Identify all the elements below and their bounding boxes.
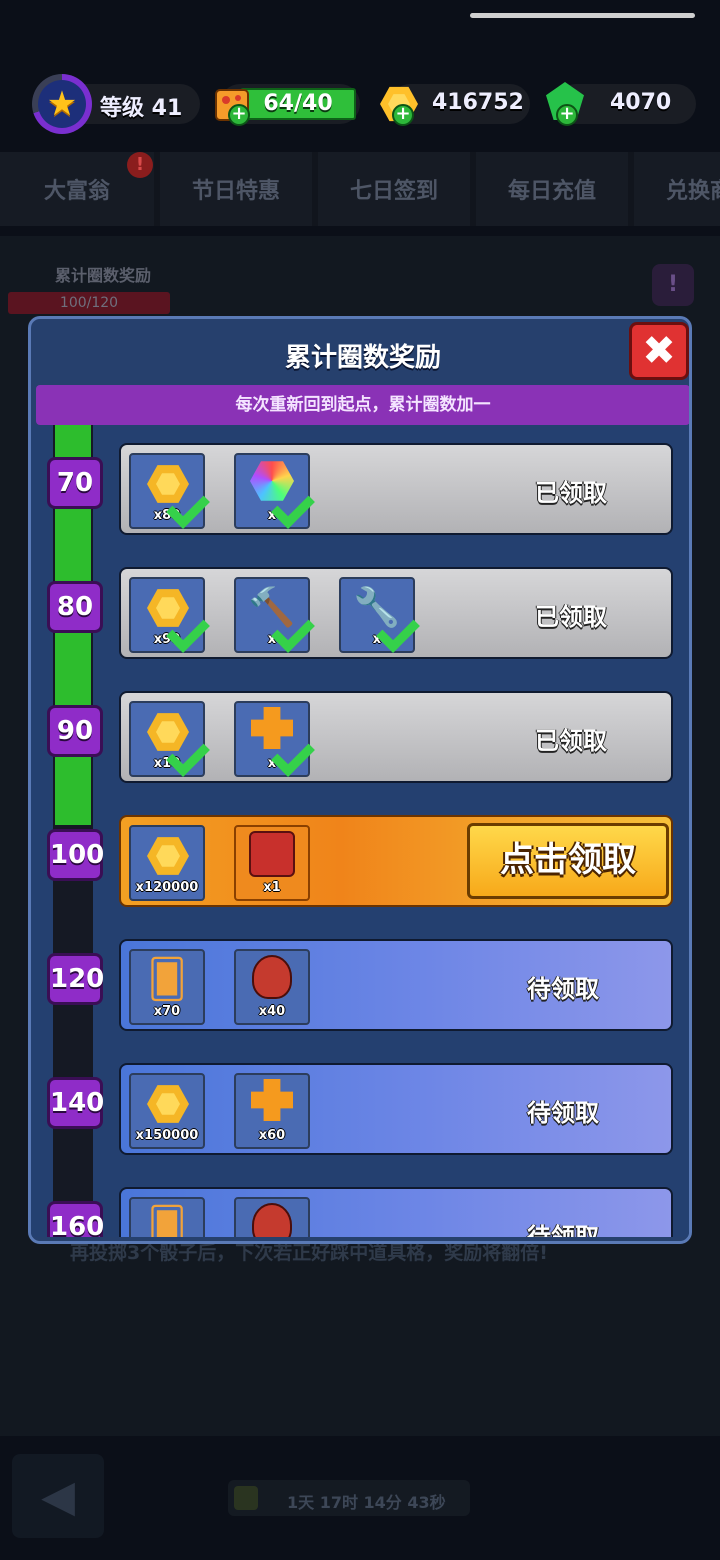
reward-item: x1 xyxy=(234,825,310,901)
reward-item: x90 xyxy=(129,577,210,653)
reward-item: 🔨 x xyxy=(234,577,315,653)
tab-holiday-deals[interactable]: 节日特惠 xyxy=(160,152,312,226)
gold-coin-icon xyxy=(147,837,189,875)
back-button[interactable]: ◀ xyxy=(12,1454,104,1538)
lap-reward-modal: 累计圈数奖励 ✖ 每次重新回到起点，累计圈数加一 70 x80 x 已领取 80 x90 🔨… xyxy=(28,316,692,1244)
reward-amount: x120000 xyxy=(135,880,199,895)
background-alert-icon[interactable]: ! xyxy=(652,264,694,306)
modal-banner: 每次重新回到起点，累计圈数加一 xyxy=(36,385,689,425)
reward-item xyxy=(234,1197,310,1237)
orange-token-icon xyxy=(236,1079,308,1132)
background-panel-title: 累计圈数奖励 xyxy=(55,266,152,285)
reward-item: 🂠 x70 xyxy=(129,949,205,1025)
star-icon: ★ xyxy=(46,84,78,124)
pending-status: 待领取 xyxy=(527,1099,599,1127)
tab-exchange-shop[interactable]: 兑换商 xyxy=(634,152,720,226)
reward-item: x xyxy=(234,701,315,777)
reward-amount: x60 xyxy=(258,1128,286,1143)
gold-coin-icon xyxy=(147,1085,189,1123)
background-progress-text: 100/120 xyxy=(59,295,119,311)
reward-item: x150000 xyxy=(129,1073,205,1149)
coin-amount: 416752 xyxy=(432,90,524,115)
level-label: 等级 41 xyxy=(100,96,183,121)
event-tabs: 大富翁 节日特惠 七日签到 每日充值 兑换商 xyxy=(0,152,720,226)
lap-milestone-label: 120 xyxy=(47,953,104,1005)
hero-figure-icon xyxy=(236,955,308,1010)
tab-seven-day-checkin[interactable]: 七日签到 xyxy=(318,152,470,226)
hero-figure-icon xyxy=(236,1203,308,1237)
card-pack-icon: 🂠 xyxy=(147,1205,187,1237)
reward-item: x10 xyxy=(129,701,210,777)
pending-status: 待领取 xyxy=(527,1223,599,1237)
reward-list[interactable]: 70 x80 x 已领取 80 x90 🔨 x 🔧 x 已领取 90 x10 x 已领取 100 x120000… xyxy=(31,425,689,1237)
card-pack-icon: 🂠 xyxy=(147,957,187,1001)
lap-milestone-label: 80 xyxy=(47,581,103,633)
reward-item: x120000 xyxy=(129,825,205,901)
reward-row: x150000 x60 待领取 xyxy=(119,1063,673,1155)
energy-value: 64/40 xyxy=(263,91,333,116)
reward-row: 🂠 x70 x40 待领取 xyxy=(119,939,673,1031)
lap-milestone-label: 90 xyxy=(47,705,103,757)
claimed-status: 已领取 xyxy=(535,479,607,507)
lap-milestone-label: 70 xyxy=(47,457,103,509)
level-ring[interactable]: ★ xyxy=(32,74,92,134)
reward-item: x xyxy=(234,453,315,529)
reward-item: x60 xyxy=(234,1073,310,1149)
tab-alert-icon: ! xyxy=(127,152,153,178)
reward-amount: x1 xyxy=(263,880,281,895)
pending-status: 待领取 xyxy=(527,975,599,1003)
reward-item: x40 xyxy=(234,949,310,1025)
reward-item: 🔧 x xyxy=(339,577,420,653)
event-timer: 1天 17时 14分 43秒 xyxy=(287,1493,446,1512)
reward-amount: x70 xyxy=(153,1004,181,1019)
reward-item: x80 xyxy=(129,453,210,529)
reward-row[interactable]: x120000 x1 点击领取 xyxy=(119,815,673,907)
add-coins-button[interactable]: + xyxy=(392,104,414,126)
reward-row: x10 x 已领取 xyxy=(119,691,673,783)
gem-amount: 4070 xyxy=(610,90,672,115)
modal-title: 累计圈数奖励 xyxy=(284,343,441,373)
lap-milestone-label: 140 xyxy=(47,1077,104,1129)
claimed-status: 已领取 xyxy=(535,603,607,631)
tab-daily-recharge[interactable]: 每日充值 xyxy=(476,152,628,226)
reward-row: x80 x 已领取 xyxy=(119,443,673,535)
clock-icon xyxy=(234,1486,258,1510)
reward-row: 🂠 待领取 xyxy=(119,1187,673,1237)
reward-amount: x150000 xyxy=(135,1128,199,1143)
reward-row: x90 🔨 x 🔧 x 已领取 xyxy=(119,567,673,659)
status-bar-indicator xyxy=(470,13,695,18)
lap-milestone-label: 160 xyxy=(47,1201,104,1237)
reward-amount: x40 xyxy=(258,1004,286,1019)
claimed-status: 已领取 xyxy=(535,727,607,755)
reward-item: 🂠 xyxy=(129,1197,205,1237)
lap-milestone-label: 100 xyxy=(47,829,104,881)
claim-reward-button[interactable]: 点击领取 xyxy=(467,823,669,899)
add-gems-button[interactable]: + xyxy=(556,104,578,126)
top-hud: ★ 等级 41 + 64/40 + 416752 + 4070 xyxy=(0,72,720,136)
close-button[interactable]: ✖ xyxy=(629,322,689,380)
